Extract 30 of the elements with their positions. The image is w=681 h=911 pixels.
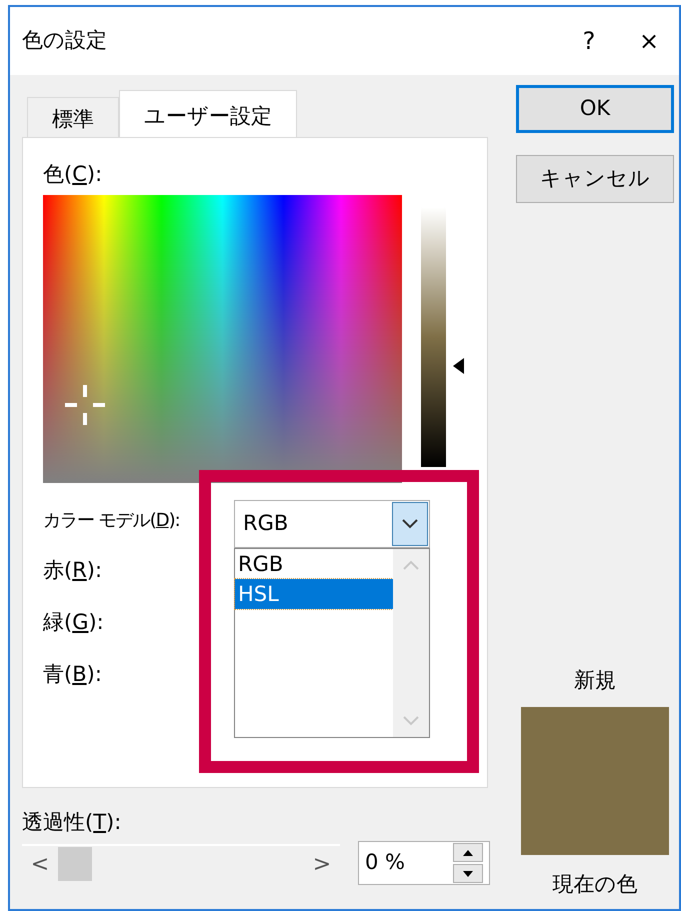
dropdown-option[interactable]: HSL: [235, 579, 393, 609]
transparency-label: 透過性(T):: [22, 810, 122, 836]
spin-down-button[interactable]: [453, 864, 483, 884]
arrow-down-icon: [463, 870, 473, 877]
channel-label: 赤(R):: [43, 558, 104, 584]
cancel-button[interactable]: キャンセル: [516, 155, 674, 203]
color-model-dropdown[interactable]: RGB: [234, 500, 430, 548]
close-button[interactable]: ×: [619, 23, 679, 59]
color-label: 色(C):: [43, 162, 104, 188]
window-title: 色の設定: [22, 27, 108, 54]
dropdown-option[interactable]: RGB: [235, 549, 393, 579]
tab[interactable]: 標準: [27, 97, 119, 137]
ok-button[interactable]: OK: [516, 85, 674, 133]
channel-label: 緑(G):: [43, 610, 104, 636]
arrow-up-icon: [463, 850, 473, 856]
slider-arrow-icon[interactable]: [453, 358, 464, 374]
crosshair-icon[interactable]: [63, 383, 107, 428]
help-button[interactable]: ?: [559, 23, 619, 59]
transparency-spinbox[interactable]: 0 %: [358, 841, 490, 886]
chevron-down-icon: [401, 518, 419, 530]
scroll-right-button[interactable]: >: [304, 848, 340, 881]
color-model-label: カラー モデル(D):: [43, 510, 180, 532]
spin-up-button[interactable]: [453, 843, 483, 862]
slider-thumb[interactable]: [58, 847, 92, 882]
channel-label: 青(B):: [43, 662, 103, 688]
current-color-label: 現在の色: [552, 870, 638, 898]
new-color-label: 新規: [573, 667, 617, 694]
scroll-left-button[interactable]: <: [22, 848, 58, 881]
tab[interactable]: ユーザー設定: [119, 90, 297, 137]
color-spectrum[interactable]: [43, 195, 402, 484]
